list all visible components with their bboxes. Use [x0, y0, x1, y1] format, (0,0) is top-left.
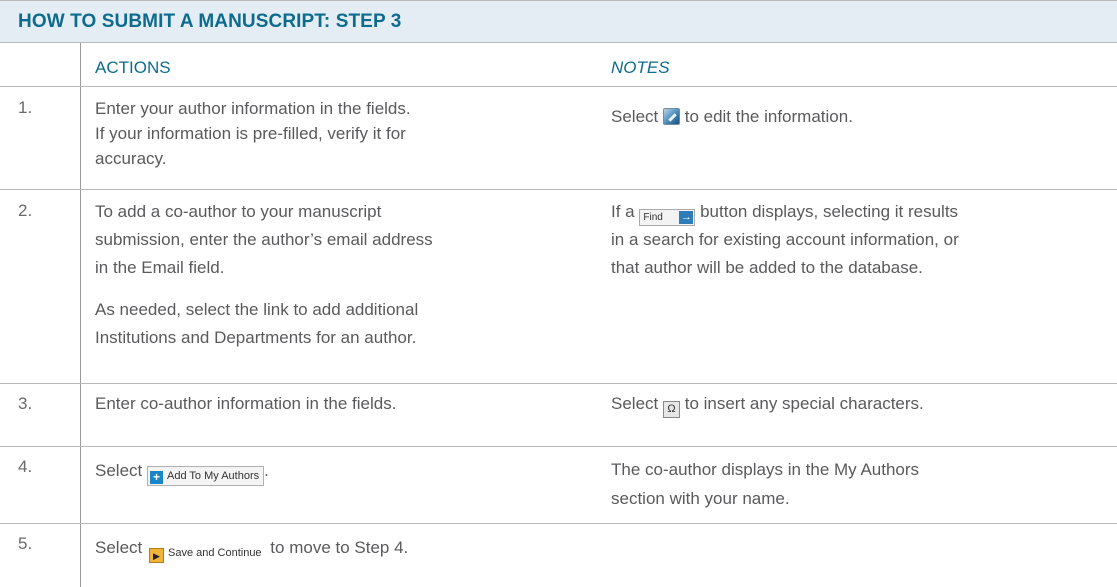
find-button-icon: Find → [639, 209, 696, 226]
notes-line: section with your name. [611, 489, 790, 508]
special-characters-icon: Ω [662, 401, 680, 418]
step-notes: Select to edit the information. [611, 104, 1111, 129]
step-number: 3. [18, 394, 33, 413]
step-actions: Enter co-author information in the field… [95, 391, 595, 416]
step-number: 1. [18, 98, 33, 117]
row-divider [0, 86, 1117, 87]
step-notes: The co-author displays in the My Authors… [611, 455, 1111, 513]
step-actions: Enter your author information in the fie… [95, 96, 595, 171]
row-divider [0, 446, 1117, 447]
action-line: Enter co-author information in the field… [95, 394, 397, 413]
row-divider [0, 189, 1117, 190]
step-number: 4. [18, 457, 33, 476]
notes-text: button displays, selecting it results [700, 202, 959, 221]
notes-text: If a [611, 202, 635, 221]
action-line: accuracy. [95, 149, 167, 168]
row-divider [0, 383, 1117, 384]
step-notes: Select Ω to insert any special character… [611, 391, 1111, 418]
column-divider [80, 43, 81, 587]
action-line: To add a co-author to your manuscript [95, 202, 382, 221]
edit-icon [662, 108, 680, 125]
manuscript-step3-table: HOW TO SUBMIT A MANUSCRIPT: STEP 3 ACTIO… [0, 0, 1117, 587]
notes-header: NOTES [611, 58, 670, 77]
title-bar: HOW TO SUBMIT A MANUSCRIPT: STEP 3 [0, 0, 1117, 43]
step-notes: If a Find → button displays, selecting it… [611, 198, 1111, 282]
action-line: As needed, select the link to add additi… [95, 300, 419, 319]
notes-line: that author will be added to the databas… [611, 258, 923, 277]
actions-header: ACTIONS [95, 58, 171, 77]
action-text: Select [95, 538, 143, 557]
notes-line: in a search for existing account informa… [611, 230, 959, 249]
step-actions: Select ▶ Save and Continue to move to Ste… [95, 535, 695, 564]
notes-text: Select [611, 394, 659, 413]
action-text: to move to Step 4. [270, 538, 409, 557]
action-line: Institutions and Departments for an auth… [95, 328, 417, 347]
action-text: Select [95, 461, 143, 480]
action-line: in the Email field. [95, 258, 225, 277]
action-line: Enter your author information in the fie… [95, 99, 411, 118]
action-line: submission, enter the author’s email add… [95, 230, 433, 249]
save-and-continue-button-icon: ▶ Save and Continue [147, 544, 266, 564]
notes-text: to edit the information. [684, 107, 853, 126]
notes-line: The co-author displays in the My Authors [611, 460, 920, 479]
step-actions: Select + Add To My Authors. [95, 458, 595, 486]
notes-text: to insert any special characters. [684, 394, 924, 413]
action-line: If your information is pre-filled, verif… [95, 124, 406, 143]
step-number: 5. [18, 534, 33, 553]
action-text: . [264, 461, 269, 480]
notes-text: Select [611, 107, 659, 126]
step-actions: To add a co-author to your manuscript su… [95, 198, 595, 352]
add-to-my-authors-button-icon: + Add To My Authors [146, 466, 265, 486]
row-divider [0, 523, 1117, 524]
step-number: 2. [18, 201, 33, 220]
page-title: HOW TO SUBMIT A MANUSCRIPT: STEP 3 [18, 11, 402, 32]
